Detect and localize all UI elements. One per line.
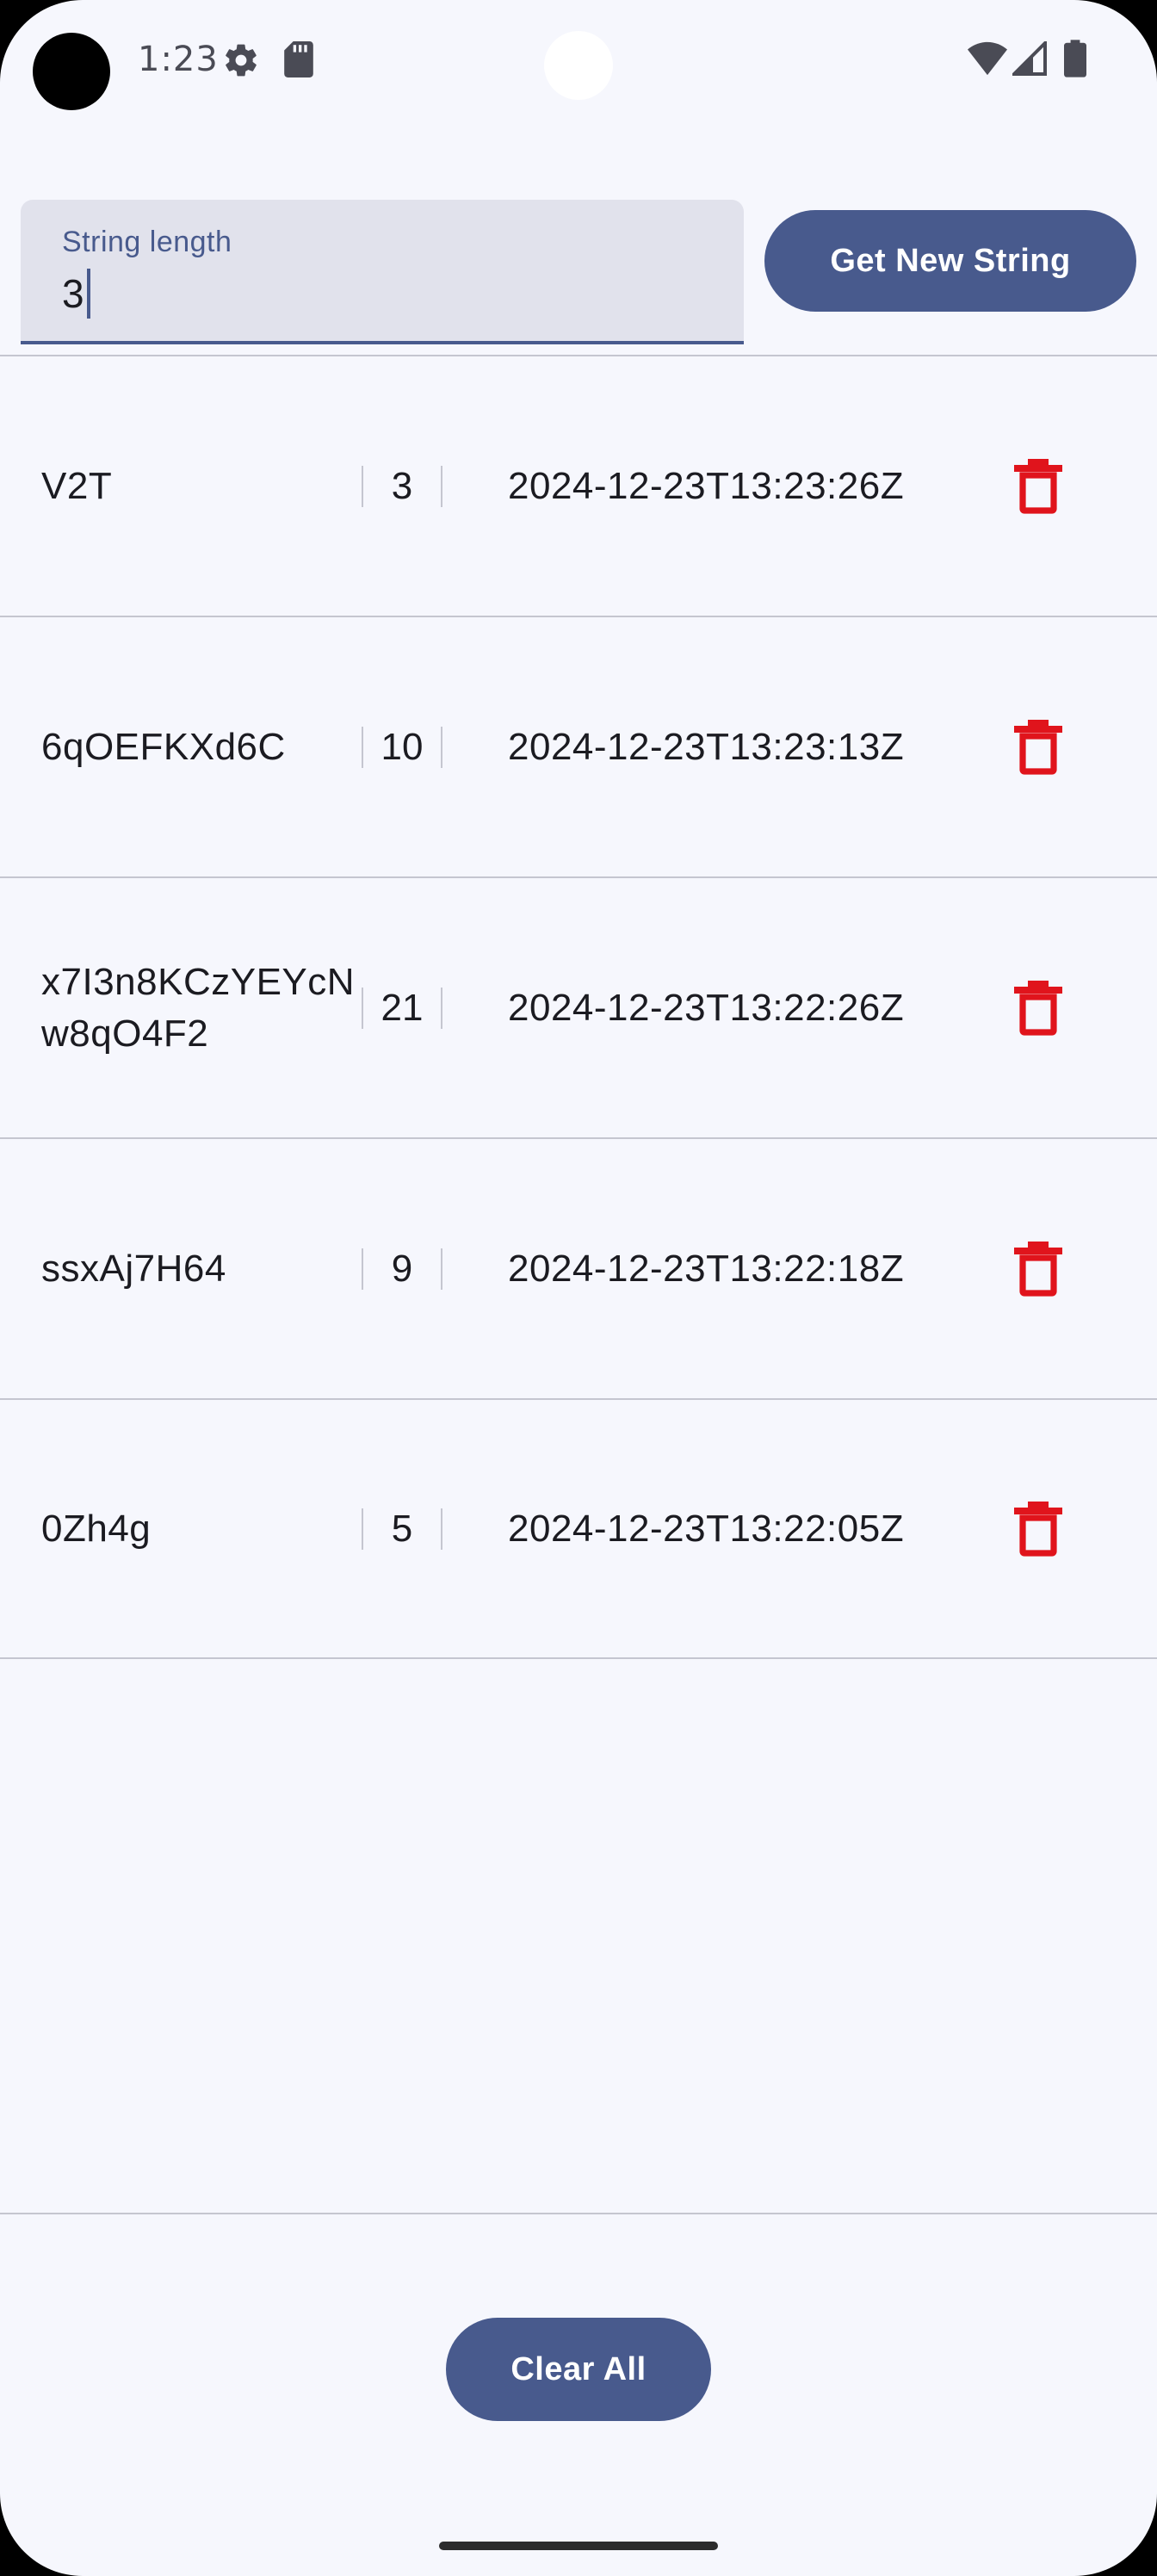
list-item: V2T 3 2024-12-23T13:23:26Z	[0, 355, 1157, 616]
signal-icon	[1012, 41, 1047, 76]
string-length-value: 3	[62, 271, 84, 316]
home-indicator[interactable]	[439, 2542, 718, 2550]
sd-card-icon	[284, 41, 313, 77]
string-list: V2T 3 2024-12-23T13:23:26Z 6qOEFKXd6C 10…	[0, 355, 1157, 1659]
string-length-field[interactable]: String length 3	[21, 200, 744, 344]
string-length-label: String length	[62, 226, 232, 258]
generated-string: x7I3n8KCzYEYcNw8qO4F2	[41, 960, 356, 1055]
trash-icon[interactable]	[1014, 1501, 1062, 1557]
timestamp: 2024-12-23T13:22:05Z	[508, 1507, 905, 1550]
status-bar: 1:23	[0, 0, 1157, 121]
trash-icon[interactable]	[1014, 719, 1062, 775]
get-new-string-button[interactable]: Get New String	[764, 210, 1136, 312]
string-length: 5	[362, 1400, 442, 1657]
list-item: x7I3n8KCzYEYcNw8qO4F2 21 2024-12-23T13:2…	[0, 876, 1157, 1137]
string-length-input[interactable]: 3	[62, 269, 90, 319]
generated-string: ssxAj7H64	[41, 1247, 226, 1290]
bottom-divider	[0, 2213, 1157, 2214]
gear-icon	[226, 44, 257, 77]
battery-icon	[1064, 40, 1086, 77]
string-length: 3	[362, 356, 442, 616]
timestamp: 2024-12-23T13:22:18Z	[508, 1247, 905, 1290]
generated-string: 6qOEFKXd6C	[41, 725, 286, 768]
timestamp: 2024-12-23T13:23:26Z	[508, 464, 905, 507]
string-length: 10	[362, 617, 442, 876]
trash-icon[interactable]	[1014, 458, 1062, 514]
trash-icon[interactable]	[1014, 1241, 1062, 1297]
front-camera	[544, 31, 613, 100]
string-length: 9	[362, 1139, 442, 1398]
status-time: 1:23	[138, 40, 219, 79]
camera-cutout	[33, 33, 110, 110]
list-item: ssxAj7H64 9 2024-12-23T13:22:18Z	[0, 1137, 1157, 1398]
list-item: 0Zh4g 5 2024-12-23T13:22:05Z	[0, 1398, 1157, 1659]
app-screen: 1:23 String length 3 Get New String V2T …	[0, 0, 1157, 2576]
generated-string: V2T	[41, 464, 113, 507]
trash-icon[interactable]	[1014, 980, 1062, 1036]
string-length: 21	[362, 878, 442, 1137]
wifi-icon	[968, 41, 1007, 76]
clear-all-button[interactable]: Clear All	[446, 2318, 711, 2421]
list-item: 6qOEFKXd6C 10 2024-12-23T13:23:13Z	[0, 616, 1157, 876]
timestamp: 2024-12-23T13:22:26Z	[508, 986, 905, 1029]
timestamp: 2024-12-23T13:23:13Z	[508, 725, 905, 768]
text-cursor	[86, 269, 90, 319]
generated-string: 0Zh4g	[41, 1507, 152, 1550]
